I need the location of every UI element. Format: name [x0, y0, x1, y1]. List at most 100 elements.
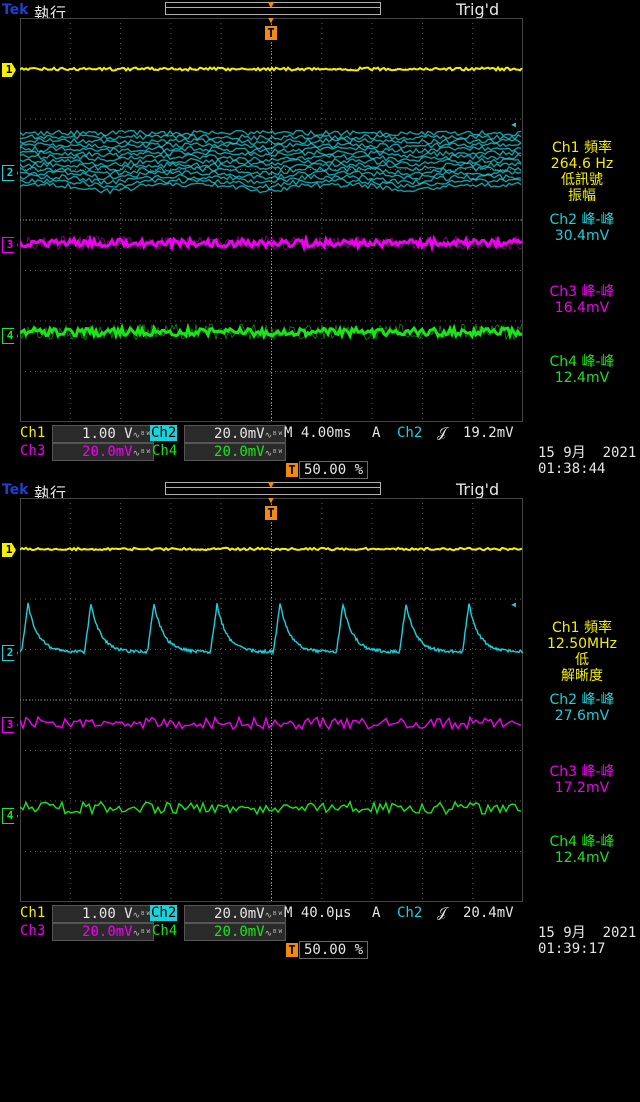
ch3-scale[interactable]: 20.0mV∿ᴮᵂ [52, 923, 154, 941]
ch2-label[interactable]: Ch2 [150, 905, 178, 921]
channel-marker-3[interactable]: 3 [2, 237, 18, 253]
ch1-scale[interactable]: 1.00 V∿ᴮᵂ [52, 905, 154, 923]
measurement-line: 264.6 Hz [550, 156, 614, 172]
trigger-marker-icon[interactable]: T [265, 506, 277, 520]
trigger-level-arrow-icon: ◂ [510, 597, 518, 611]
ch2-scale[interactable]: 20.0mV∿ᴮᵂ [184, 425, 286, 443]
measurement-line: Ch4 峰-峰 [549, 834, 615, 850]
measurement-line: 12.4mV [554, 370, 610, 386]
ch2-scale[interactable]: 20.0mV∿ᴮᵂ [184, 905, 286, 923]
ch3-label[interactable]: Ch3 [20, 442, 45, 460]
ch1-label[interactable]: Ch1 [20, 904, 45, 922]
date: 15 9月 2021 [538, 445, 637, 461]
measurement-line: 16.4mV [554, 300, 610, 316]
measurement-ch1: Ch1 頻率 12.50MHz 低解晰度 [524, 620, 640, 684]
measurement-line: Ch3 峰-峰 [549, 284, 615, 300]
settings-footer: Ch1 1.00 V∿ᴮᵂ Ch2 20.0mV∿ᴮᵂ M 40.0µs A C… [0, 904, 640, 960]
measurement-line: Ch2 峰-峰 [549, 212, 615, 228]
ch4-scale[interactable]: 20.0mV∿ᴮᵂ [184, 443, 286, 461]
waveform-graticule[interactable] [20, 498, 523, 902]
measurement-line: 解晰度 [561, 668, 603, 684]
measurement-line: 低 [575, 652, 589, 668]
timebase[interactable]: M 40.0µs [284, 904, 351, 922]
time: 01:38:44 [538, 461, 606, 477]
trigger-source[interactable]: Ch2 [397, 904, 422, 922]
bandwidth-limit-icon: ∿ᴮᵂ [264, 911, 283, 921]
measurement-ch2: Ch2 峰-峰 27.6mV [524, 692, 640, 724]
bandwidth-limit-icon: ∿ᴮᵂ [132, 431, 151, 441]
trigger-source[interactable]: Ch2 [397, 424, 422, 442]
waveform-graticule[interactable] [20, 18, 523, 422]
trigger-position-icon: T [286, 463, 298, 477]
measurement-line: 12.50MHz [546, 636, 618, 652]
channel-marker-1[interactable]: 1 [2, 543, 16, 557]
trigger-level[interactable]: 19.2mV [463, 424, 514, 442]
measurement-ch4: Ch4 峰-峰 12.4mV [524, 834, 640, 866]
bandwidth-limit-icon: ∿ᴮᵂ [132, 929, 151, 939]
measurement-panel: Ch1 頻率 12.50MHz 低解晰度 Ch2 峰-峰 27.6mV Ch3 峰-峰 17… [524, 494, 640, 904]
trigger-arrow-icon: ▼ [268, 496, 274, 506]
measurement-panel: Ch1 頻率 264.6 Hz 低訊號 振幅 Ch2 峰-峰 30.4mV Ch3 峰-峰 1… [524, 14, 640, 424]
ch4-label[interactable]: Ch4 [152, 922, 177, 940]
bandwidth-limit-icon: ∿ᴮᵂ [264, 449, 283, 459]
date: 15 9月 2021 [538, 925, 637, 941]
measurement-line: 30.4mV [554, 228, 610, 244]
measurement-line: Ch4 峰-峰 [549, 354, 615, 370]
trigger-position[interactable]: 50.00 % [299, 461, 369, 479]
bandwidth-limit-icon: ∿ᴮᵂ [264, 431, 283, 441]
trigger-position-arrow-icon: ▼ [267, 0, 275, 11]
ch4-label[interactable]: Ch4 [152, 442, 177, 460]
trigger-position-arrow-icon: ▼ [267, 478, 275, 491]
timebase[interactable]: M 4.00ms [284, 424, 351, 442]
bandwidth-limit-icon: ∿ᴮᵂ [264, 929, 283, 939]
ch3-label[interactable]: Ch3 [20, 922, 45, 940]
channel-marker-4[interactable]: 4 [2, 328, 18, 344]
trigger-mode: A [372, 905, 381, 921]
measurement-line: 振幅 [568, 188, 596, 204]
trigger-level-arrow-icon: ◂ [510, 117, 518, 131]
bandwidth-limit-icon: ∿ᴮᵂ [132, 911, 151, 921]
measurement-line: 低訊號 [561, 172, 603, 188]
measurement-line: 27.6mV [554, 708, 610, 724]
brand-logo: Tek [2, 2, 29, 18]
measurement-line: Ch2 峰-峰 [549, 692, 615, 708]
channel-marker-3[interactable]: 3 [2, 717, 18, 733]
brand-logo: Tek [2, 482, 29, 498]
trigger-state: Trig'd [456, 0, 500, 19]
ch1-scale[interactable]: 1.00 V∿ᴮᵂ [52, 425, 154, 443]
channel-marker-4[interactable]: 4 [2, 808, 18, 824]
trigger-position[interactable]: 50.00 % [299, 941, 369, 959]
scope-screen-top: Tek 執行 Trig'd Ch1 頻率 264.6 Hz 低訊號 振幅 Ch2 峰-峰… [0, 0, 640, 480]
rising-edge-icon: 𝒥 [437, 905, 447, 921]
ch3-scale[interactable]: 20.0mV∿ᴮᵂ [52, 443, 154, 461]
measurement-ch3: Ch3 峰-峰 17.2mV [524, 764, 640, 796]
bandwidth-limit-icon: ∿ᴮᵂ [132, 449, 151, 459]
settings-footer: Ch1 1.00 V∿ᴮᵂ Ch2 20.0mV∿ᴮᵂ M 4.00ms A C… [0, 424, 640, 480]
measurement-line: 17.2mV [554, 780, 610, 796]
trigger-mode: A [372, 425, 381, 441]
channel-marker-1[interactable]: 1 [2, 63, 16, 77]
waveform-svg[interactable] [20, 18, 523, 422]
ch2-label[interactable]: Ch2 [150, 425, 178, 441]
trigger-level[interactable]: 20.4mV [463, 904, 514, 922]
trigger-state: Trig'd [456, 480, 500, 499]
measurement-line: Ch1 頻率 [551, 140, 612, 156]
measurement-ch4: Ch4 峰-峰 12.4mV [524, 354, 640, 386]
ch4-scale[interactable]: 20.0mV∿ᴮᵂ [184, 923, 286, 941]
trigger-arrow-icon: ▼ [268, 16, 274, 26]
measurement-ch2: Ch2 峰-峰 30.4mV [524, 212, 640, 244]
measurement-ch1: Ch1 頻率 264.6 Hz 低訊號 振幅 [524, 140, 640, 204]
trigger-position-icon: T [286, 943, 298, 957]
rising-edge-icon: 𝒥 [437, 425, 447, 441]
scope-screen-bottom: Tek 執行 Trig'd Ch1 頻率 12.50MHz 低解晰度 Ch2 峰-峰 2… [0, 478, 640, 960]
measurement-ch3: Ch3 峰-峰 16.4mV [524, 284, 640, 316]
waveform-svg[interactable] [20, 498, 523, 902]
measurement-line: 12.4mV [554, 850, 610, 866]
trigger-marker-icon[interactable]: T [265, 26, 277, 40]
channel-marker-2[interactable]: 2 [2, 645, 18, 661]
ch1-label[interactable]: Ch1 [20, 424, 45, 442]
time: 01:39:17 [538, 941, 606, 957]
measurement-line: Ch1 頻率 [551, 620, 612, 636]
channel-marker-2[interactable]: 2 [2, 165, 18, 181]
measurement-line: Ch3 峰-峰 [549, 764, 615, 780]
